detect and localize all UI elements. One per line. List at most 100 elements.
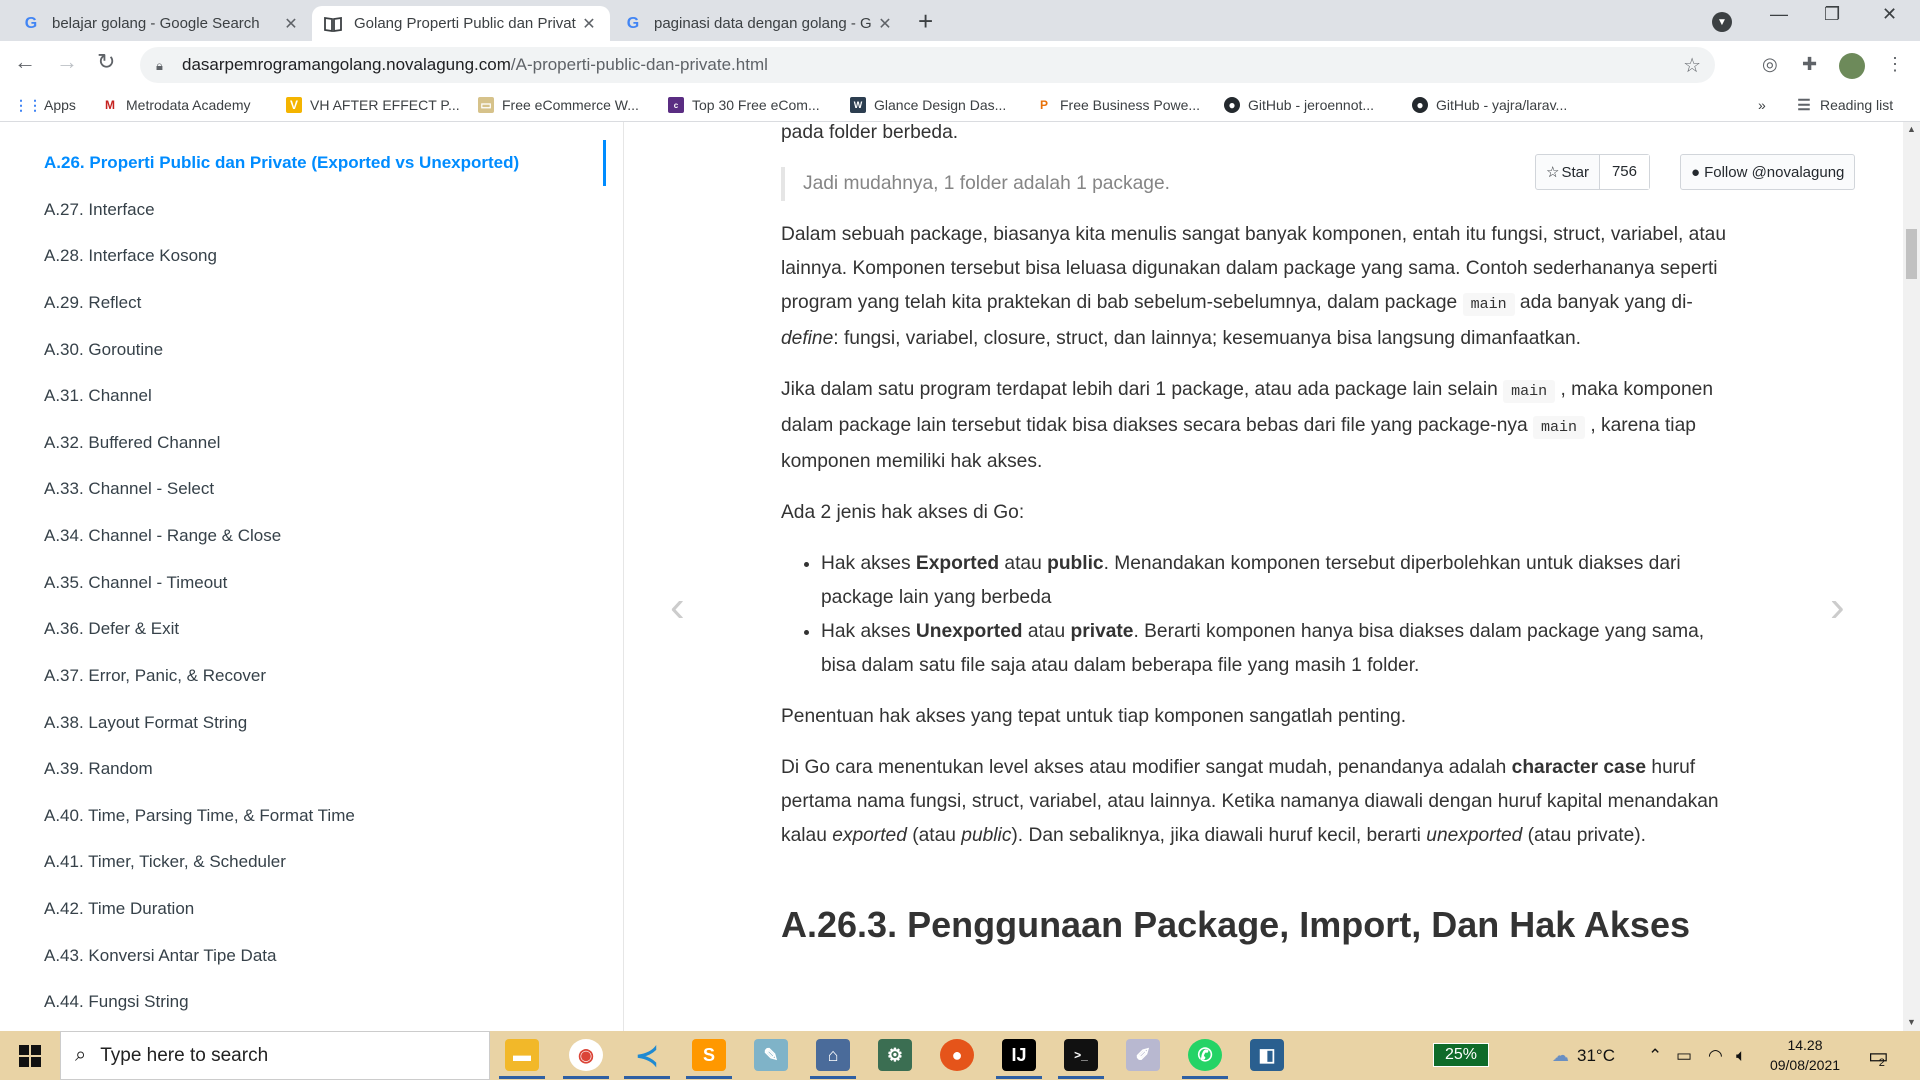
menu-icon[interactable]: ⋮ (1886, 54, 1904, 75)
bookmark-label: GitHub - yajra/larav... (1436, 97, 1568, 113)
github-icon: ● (1224, 97, 1240, 113)
bookmark-github-yajra[interactable]: ● GitHub - yajra/larav... (1412, 97, 1567, 113)
reading-list-button[interactable]: ☰ Reading list (1796, 97, 1893, 114)
bookmark-label: Apps (44, 97, 76, 113)
bookmark-glance[interactable]: W Glance Design Das... (850, 97, 1006, 113)
volume-icon[interactable]: 🔈︎ (1736, 1031, 1746, 1080)
text: : fungsi, variabel, closure, struct, dan… (833, 328, 1581, 349)
sidebar-item-a36[interactable]: A.36. Defer & Exit (44, 619, 179, 639)
paragraph: Ada 2 jenis hak akses di Go: (781, 502, 1025, 523)
back-icon[interactable]: ← (14, 49, 36, 75)
notification-center-icon[interactable]: ▭ 2 (1868, 1031, 1889, 1080)
tool-app-icon[interactable]: ⚙ (878, 1039, 912, 1071)
text: (atau (906, 825, 962, 846)
bookmark-top30[interactable]: c Top 30 Free eCom... (668, 97, 820, 113)
scroll-thumb[interactable] (1906, 229, 1917, 279)
vh-icon: V (286, 97, 302, 113)
sidebar-item-a29[interactable]: A.29. Reflect (44, 293, 141, 313)
paint-icon[interactable]: ✐ (1126, 1039, 1160, 1071)
reload-icon[interactable]: ↻ (97, 49, 115, 75)
inline-code: main (1503, 380, 1556, 403)
sidebar-item-a37[interactable]: A.37. Error, Panic, & Recover (44, 666, 266, 686)
close-window-icon[interactable]: ✕ (1882, 4, 1897, 25)
text: atau (1022, 621, 1071, 642)
address-bar[interactable]: 🔒︎ dasarpemrogramangolang.novalagung.com… (140, 47, 1715, 83)
sidebar-item-a30[interactable]: A.30. Goroutine (44, 340, 163, 360)
sidebar-item-a32[interactable]: A.32. Buffered Channel (44, 433, 220, 453)
sidebar-item-a33[interactable]: A.33. Channel - Select (44, 479, 214, 499)
database-app-icon[interactable]: ◧ (1250, 1039, 1284, 1071)
next-page-icon[interactable]: › (1830, 582, 1845, 632)
windows-start-icon[interactable] (0, 1031, 60, 1080)
close-icon[interactable]: ✕ (876, 14, 894, 34)
sidebar-item-a40[interactable]: A.40. Time, Parsing Time, & Format Time (44, 806, 355, 826)
bookmark-label: GitHub - jeroennot... (1248, 97, 1375, 113)
firefox-icon[interactable]: ● (940, 1039, 974, 1071)
scroll-down-icon[interactable]: ▼ (1907, 1017, 1916, 1027)
file-explorer-icon[interactable]: ▬ (499, 1039, 545, 1079)
bookmark-vh-after-effect[interactable]: V VH AFTER EFFECT P... (286, 97, 460, 113)
bookmark-github-jeroen[interactable]: ● GitHub - jeroennot... (1224, 97, 1374, 113)
bold: Unexported (915, 621, 1023, 642)
bookmark-free-business[interactable]: P Free Business Powe... (1036, 97, 1200, 113)
bookmark-metrodata[interactable]: M Metrodata Academy (102, 97, 251, 113)
forward-icon[interactable]: → (56, 49, 78, 75)
tab-golang-properti[interactable]: Golang Properti Public dan Privat ✕ (312, 6, 610, 41)
lock-icon: 🔒︎ (156, 58, 163, 73)
tab-paginasi[interactable]: G paginasi data dengan golang - G ✕ (612, 6, 906, 41)
extension-circle-icon[interactable]: ◎ (1762, 54, 1778, 75)
battery-icon[interactable]: ▭ (1676, 1031, 1692, 1080)
prev-page-icon[interactable]: ‹ (670, 582, 685, 632)
clock-time: 14.28 (1787, 1037, 1823, 1053)
vscode-icon[interactable]: ≺ (624, 1039, 670, 1079)
inline-code: main (1532, 416, 1585, 439)
puzzle-icon[interactable]: ✚ (1802, 54, 1817, 75)
sidebar-item-a28[interactable]: A.28. Interface Kosong (44, 246, 217, 266)
sidebar-item-a34[interactable]: A.34. Channel - Range & Close (44, 526, 281, 546)
sidebar-item-a35[interactable]: A.35. Channel - Timeout (44, 573, 227, 593)
taskbar-search-input[interactable]: ⌕ Type here to search (60, 1031, 490, 1080)
new-tab-icon[interactable]: + (918, 6, 933, 37)
chrome-icon[interactable]: ◉ (563, 1039, 609, 1079)
scroll-up-icon[interactable]: ▲ (1907, 124, 1916, 134)
bookmark-apps[interactable]: ⋮⋮ Apps (14, 97, 76, 114)
battery-widget[interactable]: 25% (1433, 1043, 1489, 1067)
sidebar-item-a43[interactable]: A.43. Konversi Antar Tipe Data (44, 946, 276, 966)
intellij-icon[interactable]: IJ (996, 1039, 1042, 1079)
bookmark-star-icon[interactable]: ☆ (1683, 53, 1701, 78)
sidebar-item-a26[interactable]: A.26. Properti Public dan Private (Expor… (44, 153, 519, 173)
section-heading: A.26.3. Penggunaan Package, Import, Dan … (781, 904, 1690, 945)
tab-search-icon[interactable]: ▼ (1712, 12, 1732, 32)
sidebar-item-a42[interactable]: A.42. Time Duration (44, 899, 194, 919)
sidebar-item-a44[interactable]: A.44. Fungsi String (44, 992, 189, 1012)
tab-google-search[interactable]: G belajar golang - Google Search ✕ (10, 6, 312, 41)
sidebar-item-a38[interactable]: A.38. Layout Format String (44, 713, 247, 733)
weather-widget[interactable]: ☁ 31°C (1552, 1031, 1615, 1080)
network-app-icon[interactable]: ⌂ (810, 1039, 856, 1079)
wifi-icon[interactable]: ◠ (1708, 1031, 1723, 1080)
minimize-icon[interactable]: — (1770, 4, 1788, 25)
chevron-up-icon[interactable]: ⌃ (1648, 1031, 1662, 1080)
tab-strip: G belajar golang - Google Search ✕ Golan… (0, 0, 1920, 41)
whatsapp-icon[interactable]: ✆ (1182, 1039, 1228, 1079)
terminal-icon[interactable]: >_ (1058, 1039, 1104, 1079)
sidebar-item-a31[interactable]: A.31. Channel (44, 386, 152, 406)
close-icon[interactable]: ✕ (282, 14, 300, 34)
close-icon[interactable]: ✕ (580, 14, 598, 34)
clock[interactable]: 14.28 09/08/2021 (1765, 1035, 1845, 1075)
taskbar: ⌕ Type here to search ▬ ◉ ≺ S ✎ ⌂ ⚙ ● IJ… (0, 1031, 1920, 1080)
sidebar-item-a27[interactable]: A.27. Interface (44, 200, 155, 220)
more-bookmarks-button[interactable]: » (1758, 97, 1766, 113)
paragraph: Penentuan hak akses yang tepat untuk tia… (781, 706, 1407, 727)
avatar[interactable] (1839, 53, 1865, 79)
bookmark-free-ecommerce[interactable]: ▭ Free eCommerce W... (478, 97, 639, 113)
notepad-icon[interactable]: ✎ (754, 1039, 788, 1071)
bold: character case (1511, 757, 1647, 778)
sidebar-item-a41[interactable]: A.41. Timer, Ticker, & Scheduler (44, 852, 286, 872)
restore-icon[interactable]: ❐ (1824, 4, 1840, 25)
sidebar-item-a39[interactable]: A.39. Random (44, 759, 153, 779)
bookmark-label: VH AFTER EFFECT P... (310, 97, 460, 113)
sublime-icon[interactable]: S (686, 1039, 732, 1079)
scrollbar[interactable]: ▲ ▼ (1903, 122, 1920, 1031)
address-path: /A-properti-public-dan-private.html (510, 55, 768, 74)
